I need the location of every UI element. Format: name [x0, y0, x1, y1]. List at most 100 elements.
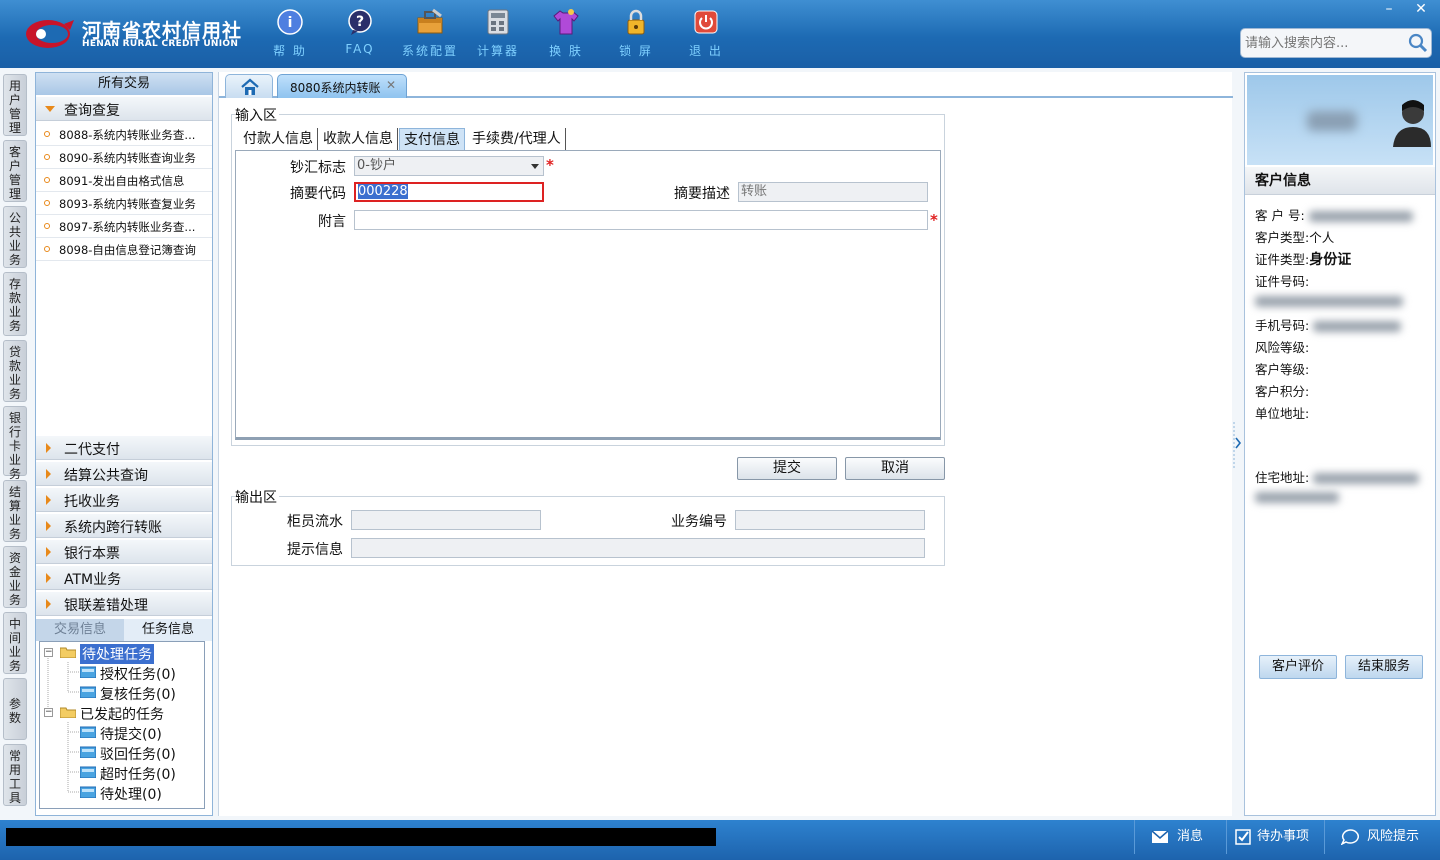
tree-node-to-submit[interactable]: 待提交(0) [80, 724, 200, 743]
tree-node-initiated-tasks[interactable]: − 已发起的任务 [44, 704, 194, 723]
open-folder-icon [60, 647, 76, 658]
postscript-input[interactable] [354, 210, 928, 230]
section-cashier-cheque[interactable]: 银行本票 [36, 540, 212, 564]
section-query-reply[interactable]: 查询查复 [36, 97, 212, 121]
faq-button[interactable]: ? FAQ [328, 8, 392, 60]
window-minimize-button[interactable]: – [1374, 0, 1404, 18]
system-config-button[interactable]: 系统配置 [398, 8, 462, 60]
tab-8080-internal-transfer[interactable]: 8080系统内转账 ✕ [277, 74, 407, 98]
module-tabs: 用户管理 客户管理 公共业务 存款业务 贷款业务 银行卡业务 结算业务 资金业务… [0, 72, 30, 812]
messages-button[interactable]: 消息 [1134, 820, 1226, 854]
section-collection[interactable]: 托收业务 [36, 488, 212, 512]
bullet-icon [44, 154, 50, 160]
risk-level-row: 风险等级: [1255, 340, 1310, 355]
search-input[interactable] [1245, 34, 1405, 52]
bullet-icon [44, 200, 50, 206]
tree-node-review-tasks[interactable]: 复核任务(0) [80, 684, 200, 703]
customer-points-row: 客户积分: [1255, 384, 1310, 399]
customer-card [1247, 75, 1433, 165]
svg-text:i: i [288, 15, 293, 31]
summary-desc-input[interactable]: 转账 [738, 182, 928, 202]
collapsed-arrow-icon [46, 443, 51, 453]
tree-node-to-process[interactable]: 待处理(0) [80, 784, 200, 803]
todo-button[interactable]: 待办事项 [1226, 820, 1324, 854]
vtab-customer-management[interactable]: 客户管理 [3, 140, 27, 202]
exit-button[interactable]: 退 出 [674, 8, 738, 60]
customer-evaluate-button[interactable]: 客户评价 [1259, 655, 1337, 679]
end-service-button[interactable]: 结束服务 [1345, 655, 1423, 679]
vtab-intermediate-business[interactable]: 中间业务 [3, 612, 27, 674]
tshirt-icon [553, 9, 579, 35]
dropdown-arrow-icon [531, 164, 539, 169]
transaction-item[interactable]: 8090-系统内转账查询业务 [36, 146, 212, 169]
cash-flag-select[interactable]: 0-钞户 [354, 156, 544, 176]
summary-code-input[interactable]: 000228 [354, 182, 544, 202]
cancel-button[interactable]: 取消 [845, 457, 945, 480]
chat-bubble-icon [1341, 829, 1359, 845]
transaction-item[interactable]: 8098-自由信息登记簿查询 [36, 238, 212, 261]
transaction-item[interactable]: 8097-系统内转账业务查... [36, 215, 212, 238]
section-unionpay-error[interactable]: 银联差错处理 [36, 592, 212, 616]
tab-home[interactable] [225, 74, 273, 98]
bullet-icon [44, 223, 50, 229]
tree-node-pending-tasks[interactable]: − 待处理任务 [44, 644, 194, 664]
lock-icon [627, 9, 645, 35]
home-address-row: 住宅地址: [1255, 467, 1420, 486]
power-icon [694, 10, 718, 34]
bullet-icon [44, 177, 50, 183]
folder-icon [80, 686, 96, 698]
section-settlement-query[interactable]: 结算公共查询 [36, 462, 212, 486]
vtab-parameters[interactable]: 参数 [3, 678, 27, 740]
help-label: 帮 助 [273, 44, 307, 58]
close-tab-icon[interactable]: ✕ [386, 78, 396, 92]
section-second-gen-payment[interactable]: 二代支付 [36, 436, 212, 460]
home-icon [241, 78, 259, 95]
tab-transaction-info[interactable]: 交易信息 [36, 619, 124, 641]
vtab-loan-business[interactable]: 贷款业务 [3, 340, 27, 402]
all-transactions-title[interactable]: 所有交易 [36, 73, 212, 95]
prompt-info-label: 提示信息 [287, 542, 343, 558]
vtab-settlement-business[interactable]: 结算业务 [3, 480, 27, 542]
lock-screen-button[interactable]: 锁 屏 [604, 8, 668, 60]
risk-alert-button[interactable]: 风险提示 [1324, 820, 1440, 854]
search-icon[interactable] [1407, 32, 1429, 54]
vtab-public-business[interactable]: 公共业务 [3, 206, 27, 268]
vtab-fund-business[interactable]: 资金业务 [3, 546, 27, 608]
mobile-row: 手机号码: [1255, 315, 1402, 334]
faq-icon: ? [348, 9, 372, 35]
transaction-item[interactable]: 8091-发出自由格式信息 [36, 169, 212, 192]
tab-fee-agent[interactable]: 手续费/代理人 [468, 128, 566, 150]
collapse-toggle-icon[interactable]: − [44, 648, 53, 657]
expanded-arrow-icon [45, 106, 55, 112]
vtab-common-tools[interactable]: 常用工具 [3, 744, 27, 806]
submit-button[interactable]: 提交 [737, 457, 837, 480]
lock-screen-label: 锁 屏 [619, 44, 653, 58]
collapse-right-panel-handle[interactable] [1232, 420, 1242, 470]
tab-payee-info[interactable]: 收款人信息 [319, 128, 398, 150]
vtab-deposit-business[interactable]: 存款业务 [3, 272, 27, 336]
cash-flag-label: 钞汇标志 [290, 160, 346, 176]
section-interbank-transfer[interactable]: 系统内跨行转账 [36, 514, 212, 538]
transaction-item[interactable]: 8088-系统内转账业务查... [36, 123, 212, 146]
tab-task-info[interactable]: 任务信息 [124, 619, 212, 641]
vtab-user-management[interactable]: 用户管理 [3, 74, 27, 136]
checkbox-icon [1235, 829, 1251, 845]
window-close-button[interactable]: ✕ [1406, 0, 1436, 18]
section-atm[interactable]: ATM业务 [36, 566, 212, 590]
vtab-bank-card-business[interactable]: 银行卡业务 [3, 406, 27, 481]
tree-node-rejected[interactable]: 驳回任务(0) [80, 744, 200, 763]
customer-type-row: 客户类型:个人 [1255, 230, 1335, 245]
collapse-toggle-icon[interactable]: − [44, 708, 53, 717]
tab-payer-info[interactable]: 付款人信息 [239, 128, 318, 150]
folder-icon [80, 666, 96, 678]
calculator-button[interactable]: 计算器 [466, 8, 530, 60]
customer-id-row: 客 户 号: [1255, 205, 1413, 224]
tree-node-authorization-tasks[interactable]: 授权任务(0) [80, 664, 200, 683]
help-button[interactable]: i 帮 助 [258, 8, 322, 60]
transaction-item[interactable]: 8093-系统内转账查复业务 [36, 192, 212, 215]
open-folder-icon [60, 707, 76, 718]
tab-payment-info[interactable]: 支付信息 [399, 128, 465, 150]
change-skin-button[interactable]: 换 肤 [534, 8, 598, 60]
tree-node-timeout[interactable]: 超时任务(0) [80, 764, 200, 783]
bullet-icon [44, 246, 50, 252]
